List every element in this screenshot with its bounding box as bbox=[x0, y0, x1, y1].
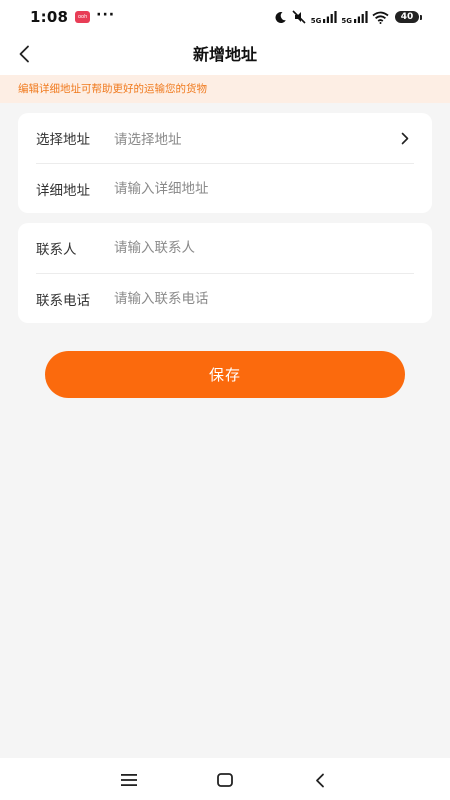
moon-icon bbox=[275, 11, 286, 23]
status-bar: 1:08 ooh ··· 5G 5G 40 bbox=[0, 0, 450, 34]
phone-label: 联系电话 bbox=[36, 293, 90, 309]
contact-row: 联系人 bbox=[36, 223, 414, 273]
nav-menu-button[interactable] bbox=[113, 764, 145, 796]
select-address-placeholder[interactable]: 请选择地址 bbox=[114, 128, 398, 148]
nav-home-button[interactable] bbox=[209, 764, 241, 796]
back-icon bbox=[316, 773, 324, 787]
menu-icon bbox=[121, 774, 137, 786]
phone-input[interactable] bbox=[114, 287, 414, 311]
wifi-icon bbox=[372, 11, 389, 24]
network-type-label: 5G bbox=[341, 16, 352, 25]
battery-cap bbox=[420, 14, 422, 20]
mute-icon bbox=[292, 10, 306, 24]
signal-icon bbox=[354, 11, 368, 23]
detail-address-label: 详细地址 bbox=[36, 183, 90, 199]
address-card: 选择地址 请选择地址 详细地址 bbox=[18, 113, 432, 213]
notice-bar: 编辑详细地址可帮助更好的运输您的货物 bbox=[0, 75, 450, 103]
system-nav-bar bbox=[0, 758, 450, 800]
page-title: 新增地址 bbox=[192, 45, 257, 64]
signal-icon bbox=[323, 11, 337, 23]
app-notification-icon: ooh bbox=[75, 11, 91, 23]
save-button[interactable]: 保存 bbox=[45, 351, 405, 398]
phone-row: 联系电话 bbox=[36, 273, 414, 324]
detail-address-row: 详细地址 bbox=[36, 163, 414, 214]
network-type-label: 5G bbox=[310, 16, 322, 25]
status-time: 1:08 bbox=[30, 8, 69, 26]
select-address-row[interactable]: 选择地址 请选择地址 bbox=[36, 113, 414, 163]
battery-icon: 40 bbox=[395, 11, 422, 23]
home-icon bbox=[217, 773, 233, 787]
more-notifications-icon: ··· bbox=[96, 7, 116, 23]
nav-back-button[interactable] bbox=[304, 764, 336, 796]
header: 新增地址 bbox=[0, 34, 450, 75]
select-address-label: 选择地址 bbox=[36, 132, 90, 148]
detail-address-input[interactable] bbox=[114, 177, 414, 201]
contact-card: 联系人 联系电话 bbox=[18, 223, 432, 323]
battery-level: 40 bbox=[395, 11, 419, 23]
status-icons: 5G 5G 40 bbox=[274, 10, 422, 25]
contact-label: 联系人 bbox=[36, 242, 77, 258]
contact-input[interactable] bbox=[114, 236, 414, 260]
chevron-right-icon[interactable] bbox=[398, 131, 412, 145]
